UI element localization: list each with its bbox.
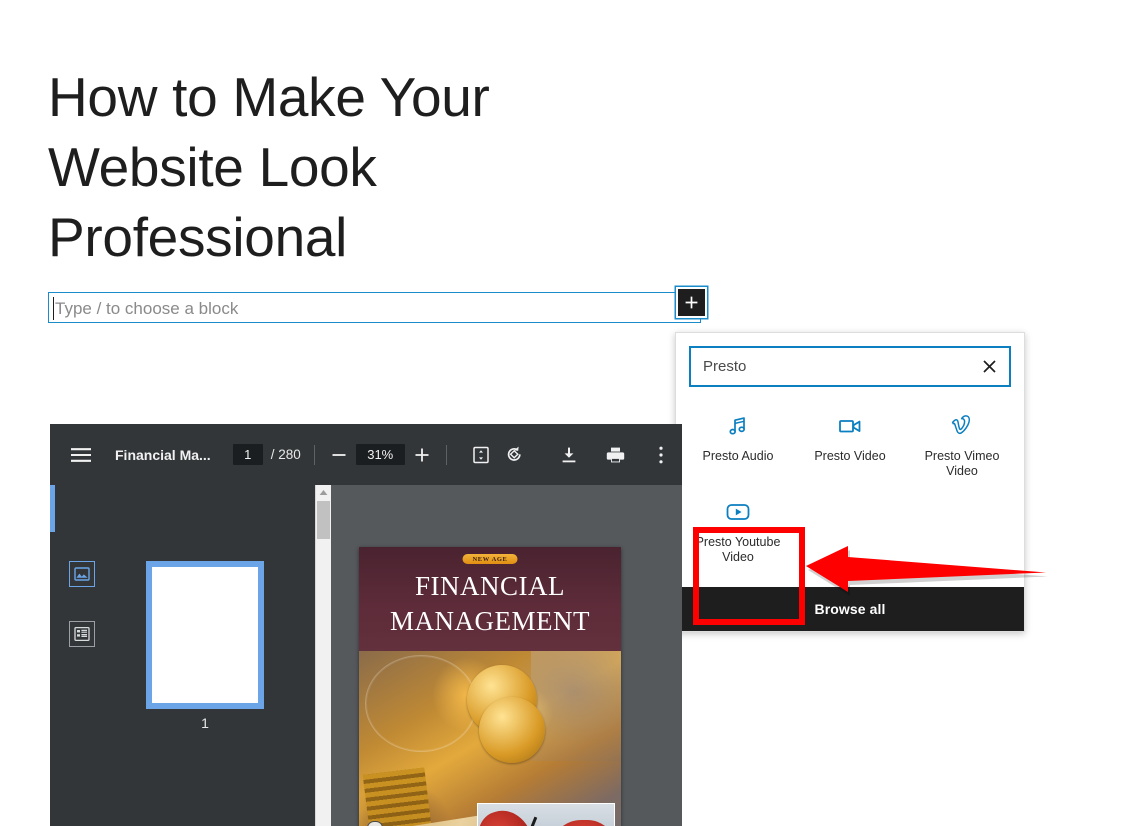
paragraph-block-row: Type / to choose a block xyxy=(48,287,707,323)
pdf-page-navigation: 1 / 280 xyxy=(232,444,301,465)
pdf-toolbar-right-tools xyxy=(556,442,674,468)
pdf-page-canvas[interactable]: NEW AGE FINANCIAL MANAGEMENT xyxy=(331,485,682,826)
block-item-presto-vimeo-video[interactable]: Presto Vimeo Video xyxy=(906,401,1018,485)
pdf-page-input[interactable]: 1 xyxy=(232,444,263,465)
toolbar-divider xyxy=(445,444,447,465)
sidebar-scrollbar[interactable] xyxy=(315,485,331,826)
book-cover-page: NEW AGE FINANCIAL MANAGEMENT xyxy=(359,547,621,826)
search-input-value: Presto xyxy=(703,358,747,375)
toolbar-divider xyxy=(313,444,315,465)
vimeo-icon xyxy=(949,411,975,441)
add-block-button[interactable] xyxy=(676,287,707,318)
block-item-label: Presto Vimeo Video xyxy=(924,449,1000,478)
browse-all-button[interactable]: Browse all xyxy=(676,587,1024,631)
youtube-play-icon xyxy=(724,497,752,527)
close-icon[interactable] xyxy=(978,356,1000,378)
block-item-presto-video[interactable]: Presto Video xyxy=(794,401,906,485)
globe-graphic xyxy=(365,655,477,752)
document-outline-icon[interactable] xyxy=(69,621,95,647)
block-item-label: Presto Youtube Video xyxy=(695,535,781,564)
hamburger-menu-icon[interactable] xyxy=(69,443,93,467)
zoom-out-button[interactable] xyxy=(328,444,350,466)
page-thumbnail[interactable]: 1 xyxy=(146,561,264,731)
thumbnail-page-image xyxy=(146,561,264,709)
scrollbar-thumb[interactable] xyxy=(317,501,330,539)
text-caret xyxy=(53,297,54,320)
search-input[interactable]: Presto xyxy=(689,346,1011,387)
inserter-search-area: Presto xyxy=(676,333,1024,399)
pdf-viewer: Financial Ma... 1 / 280 31% 1 NEW AGE FI… xyxy=(50,424,682,826)
block-item-label: Presto Audio xyxy=(702,449,774,463)
cover-title-line-1: FINANCIAL xyxy=(415,571,565,601)
print-icon[interactable] xyxy=(602,442,628,468)
cover-artwork: C. Paramasivan T. Subramanian NEW AGE IN… xyxy=(359,651,621,826)
block-item-presto-audio[interactable]: Presto Audio xyxy=(682,401,794,485)
music-note-icon xyxy=(726,411,750,441)
coin-graphic xyxy=(479,697,545,763)
page-title[interactable]: How to Make Your Website Look Profession… xyxy=(48,62,648,272)
cover-publisher: NEW AGE INTERNATIONAL PUBLISHERS xyxy=(367,821,546,826)
thumbnails-icon[interactable] xyxy=(69,561,95,587)
cover-title-line-2: MANAGEMENT xyxy=(390,606,590,636)
fit-to-page-icon[interactable] xyxy=(468,442,494,468)
cover-header: NEW AGE FINANCIAL MANAGEMENT xyxy=(359,547,621,651)
sidebar-active-indicator xyxy=(50,485,55,532)
pdf-sidebar: 1 xyxy=(50,485,331,826)
plus-icon xyxy=(684,295,699,310)
video-camera-icon xyxy=(837,411,863,441)
download-icon[interactable] xyxy=(556,442,582,468)
rotate-icon[interactable] xyxy=(502,442,528,468)
cover-badge: NEW AGE xyxy=(462,554,518,564)
thumbnail-page-label: 1 xyxy=(201,715,209,731)
map-graphic xyxy=(531,651,621,761)
zoom-level-input[interactable]: 31% xyxy=(355,444,405,465)
pdf-body: 1 NEW AGE FINANCIAL MANAGEMENT xyxy=(50,485,682,826)
publisher-logo-icon xyxy=(367,821,383,826)
zoom-in-button[interactable] xyxy=(411,444,433,466)
block-input[interactable]: Type / to choose a block xyxy=(48,292,701,323)
block-item-presto-youtube-video[interactable]: Presto Youtube Video xyxy=(682,487,794,571)
pdf-total-pages: / 280 xyxy=(270,447,301,462)
cover-title: FINANCIAL MANAGEMENT xyxy=(359,569,621,639)
pdf-toolbar: Financial Ma... 1 / 280 31% xyxy=(50,424,682,485)
scroll-up-arrow-icon[interactable] xyxy=(316,485,331,499)
block-placeholder-text: Type / to choose a block xyxy=(55,299,239,318)
more-vertical-icon[interactable] xyxy=(648,442,674,468)
hand-graphic xyxy=(552,820,614,826)
block-results-grid: Presto Audio Presto Video Presto Vimeo V… xyxy=(676,399,1024,587)
coin-stack-graphic xyxy=(362,767,434,826)
pdf-document-title: Financial Ma... xyxy=(115,446,211,463)
block-inserter-popover: Presto Presto Audio Presto Video Presto … xyxy=(675,332,1025,632)
block-item-label: Presto Video xyxy=(814,449,886,463)
